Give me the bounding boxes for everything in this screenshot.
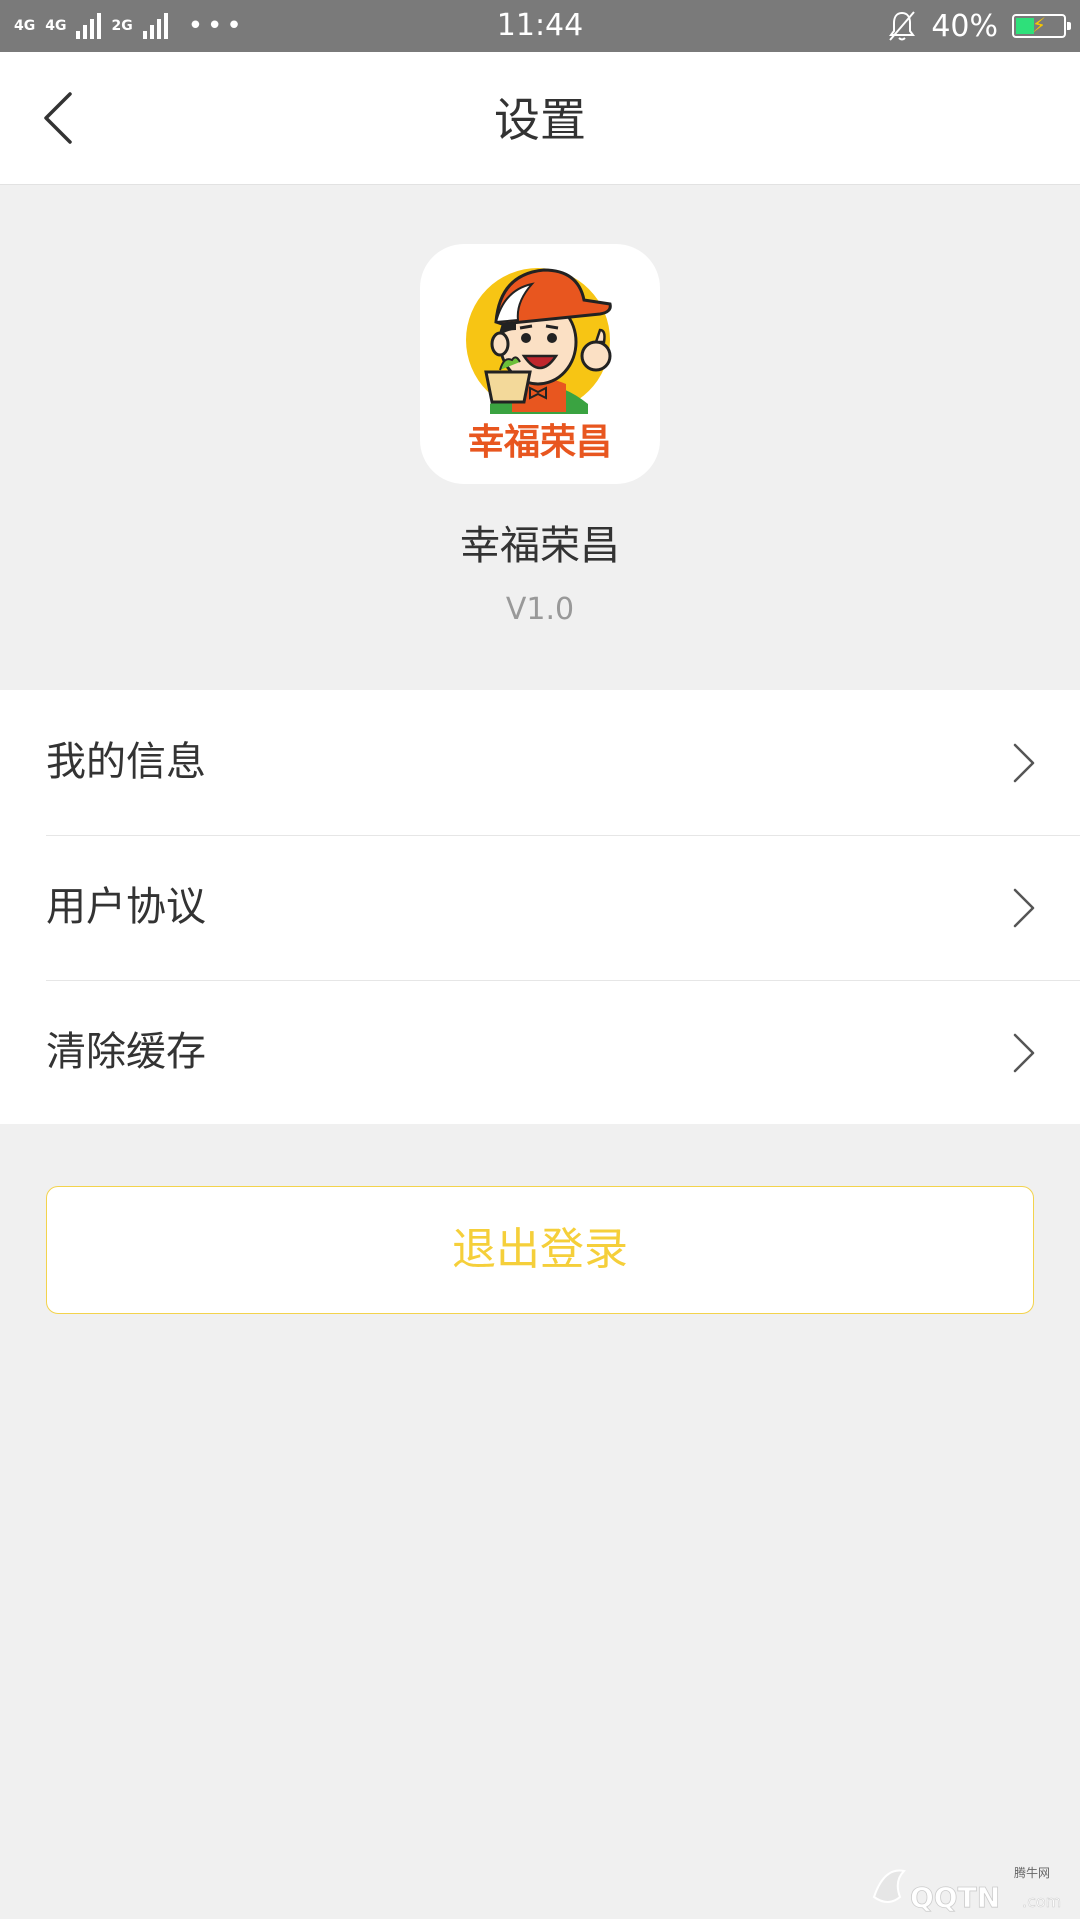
chevron-right-icon <box>1013 743 1035 783</box>
menu-item-my-info[interactable]: 我的信息 <box>0 690 1080 834</box>
page-title: 设置 <box>494 93 586 147</box>
chevron-right-icon <box>1013 888 1035 928</box>
logo-text: 幸福荣昌 <box>468 422 612 463</box>
watermark-main-text: QQTN <box>910 1881 1000 1914</box>
bell-muted-icon <box>889 11 916 41</box>
menu-item-label: 清除缓存 <box>46 1029 206 1075</box>
logout-button[interactable]: 退出登录 <box>46 1186 1034 1314</box>
watermark-logo: 腾牛网 QQTN .com <box>872 1865 1062 1914</box>
settings-menu: 我的信息 用户协议 清除缓存 <box>0 690 1080 1124</box>
menu-item-label: 我的信息 <box>46 739 206 785</box>
menu-item-user-agreement[interactable]: 用户协议 <box>0 835 1080 979</box>
menu-item-clear-cache[interactable]: 清除缓存 <box>0 980 1080 1124</box>
status-bar: 4G 4G 2G ••• 11:44 40% ⚡ <box>0 0 1080 52</box>
app-name: 幸福荣昌 <box>460 523 620 569</box>
status-right: 40% ⚡ <box>887 6 1071 46</box>
chevron-right-icon <box>1013 1033 1035 1073</box>
watermark-top-text: 腾牛网 <box>1014 1865 1050 1880</box>
nav-bar: 设置 <box>0 52 1080 185</box>
watermark-suffix-text: .com <box>1022 1892 1061 1911</box>
battery-icon: ⚡ <box>1012 13 1071 38</box>
menu-item-label: 用户协议 <box>46 884 206 930</box>
battery-percent: 40% <box>931 8 998 44</box>
app-version: V1.0 <box>505 592 575 627</box>
app-logo: 幸福荣昌 <box>420 244 660 484</box>
